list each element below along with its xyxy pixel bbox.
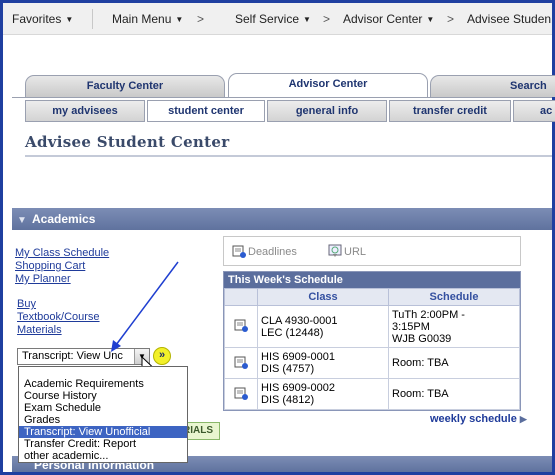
- go-button[interactable]: »: [153, 347, 171, 365]
- my-class-schedule-link[interactable]: My Class Schedule: [15, 247, 109, 259]
- class-cell: HIS 6909-0001 DIS (4757): [257, 347, 389, 379]
- academic-action-select[interactable]: Transcript: View Unc: [17, 348, 150, 365]
- deadlines-link[interactable]: Deadlines: [232, 244, 297, 258]
- buy-textbook-link-line1[interactable]: Buy: [17, 298, 36, 310]
- class-code: CLA 4930-0001: [261, 314, 338, 327]
- dropdown-option[interactable]: Exam Schedule: [19, 402, 187, 414]
- web-link-icon: [328, 244, 342, 257]
- class-column-header: Class: [257, 288, 389, 306]
- nav-self-service[interactable]: Self Service ▼: [235, 12, 311, 26]
- nav-advisee-student[interactable]: Advisee Studen: [467, 12, 551, 26]
- schedule-room: WJB G0039: [392, 332, 452, 345]
- academics-section-title: Academics: [32, 212, 96, 226]
- class-details-icon[interactable]: [234, 318, 248, 332]
- nav-favorites[interactable]: Favorites ▼: [12, 12, 73, 26]
- class-details-icon[interactable]: [234, 386, 248, 400]
- dropdown-option[interactable]: Transfer Credit: Report: [19, 438, 187, 450]
- schedule-cell: TuTh 2:00PM -3:15PM WJB G0039: [388, 305, 520, 348]
- schedule-cell: Room: TBA: [388, 378, 520, 410]
- chevron-down-icon: ▼: [65, 15, 74, 24]
- deadlines-label: Deadlines: [248, 246, 297, 258]
- schedule-column-header: Schedule: [388, 288, 520, 306]
- url-label: URL: [344, 246, 367, 258]
- dropdown-option-selected[interactable]: Transcript: View Unofficial: [19, 426, 187, 438]
- nav-advisor-center-label: Advisor Center: [343, 12, 423, 26]
- schedule-title: This Week's Schedule: [224, 272, 520, 288]
- class-section: DIS (4812): [261, 394, 315, 406]
- tab-faculty-center[interactable]: Faculty Center: [25, 75, 225, 97]
- class-details-icon[interactable]: [234, 355, 248, 369]
- subtab-student-center[interactable]: student center: [147, 100, 265, 122]
- icon-column-header: [224, 288, 258, 306]
- dropdown-option[interactable]: Course History: [19, 390, 187, 402]
- subtab-academics-partial[interactable]: ac: [513, 100, 555, 122]
- table-row: HIS 6909-0002 DIS (4812) Room: TBA: [224, 378, 520, 410]
- weekly-schedule-link[interactable]: weekly schedule ▶: [430, 413, 527, 425]
- academics-section-header[interactable]: ▼ Academics: [12, 208, 552, 230]
- calendar-info-icon: [232, 245, 246, 258]
- class-cell: HIS 6909-0002 DIS (4812): [257, 378, 389, 410]
- nav-advisor-center[interactable]: Advisor Center ▼: [343, 12, 434, 26]
- top-navigation: Favorites ▼ Main Menu ▼ > Self Service ▼ > …: [3, 3, 552, 35]
- tab-bar-line: [12, 97, 552, 98]
- chevron-down-icon: ▼: [175, 15, 184, 24]
- my-planner-link[interactable]: My Planner: [15, 273, 71, 285]
- schedule-time: TuTh 2:00PM -: [392, 308, 465, 321]
- schedule-room: Room: TBA: [392, 357, 449, 369]
- schedule-room: Room: TBA: [392, 388, 449, 400]
- class-section: DIS (4757): [261, 363, 315, 375]
- breadcrumb-separator-icon: >: [197, 12, 205, 26]
- url-link[interactable]: URL: [328, 244, 366, 258]
- collapse-icon[interactable]: ▼: [17, 210, 27, 232]
- chevron-down-icon: ▼: [303, 15, 311, 24]
- academic-action-dropdown: Academic Requirements Course History Exa…: [18, 366, 188, 463]
- class-section: LEC (12448): [261, 326, 324, 339]
- class-cell: CLA 4930-0001 LEC (12448): [257, 305, 389, 348]
- dropdown-option[interactable]: other academic...: [19, 450, 187, 462]
- table-row: HIS 6909-0001 DIS (4757) Room: TBA: [224, 347, 520, 379]
- weekly-schedule-label: weekly schedule: [430, 413, 517, 425]
- dropdown-option[interactable]: Grades: [19, 414, 187, 426]
- play-arrow-icon: ▶: [519, 414, 527, 424]
- row-icon-cell: [224, 378, 258, 410]
- class-code: HIS 6909-0001: [261, 351, 335, 363]
- title-rule: [25, 155, 552, 157]
- schedule-cell: Room: TBA: [388, 347, 520, 379]
- row-icon-cell: [224, 305, 258, 348]
- buy-textbook-link-line2[interactable]: Textbook/Course: [17, 311, 100, 323]
- deadlines-box: Deadlines URL: [223, 236, 521, 266]
- breadcrumb-separator-icon: >: [323, 12, 331, 26]
- dropdown-option[interactable]: Academic Requirements: [19, 378, 187, 390]
- chevron-down-icon: ▼: [426, 15, 435, 24]
- buy-textbook-link-line3[interactable]: Materials: [17, 324, 62, 336]
- nav-self-service-label: Self Service: [235, 12, 300, 26]
- row-icon-cell: [224, 347, 258, 379]
- nav-separator: [92, 9, 93, 29]
- subtab-general-info[interactable]: general info: [267, 100, 387, 122]
- subtab-transfer-credit[interactable]: transfer credit: [389, 100, 511, 122]
- nav-favorites-label: Favorites: [12, 12, 62, 26]
- page-title: Advisee Student Center: [25, 133, 230, 151]
- shopping-cart-link[interactable]: Shopping Cart: [15, 260, 85, 272]
- table-row: CLA 4930-0001 LEC (12448) TuTh 2:00PM -3:…: [224, 305, 520, 348]
- weekly-schedule-table: This Week's Schedule Class Schedule CLA …: [223, 271, 521, 411]
- nav-main-menu-label: Main Menu: [112, 12, 172, 26]
- tab-advisor-center[interactable]: Advisor Center: [228, 73, 428, 97]
- tab-search[interactable]: Search: [430, 75, 555, 97]
- nav-main-menu[interactable]: Main Menu ▼: [112, 12, 183, 26]
- schedule-time-end: 3:15PM: [392, 320, 430, 333]
- breadcrumb-separator-icon: >: [447, 12, 455, 26]
- subtab-my-advisees[interactable]: my advisees: [25, 100, 145, 122]
- class-code: HIS 6909-0002: [261, 382, 335, 394]
